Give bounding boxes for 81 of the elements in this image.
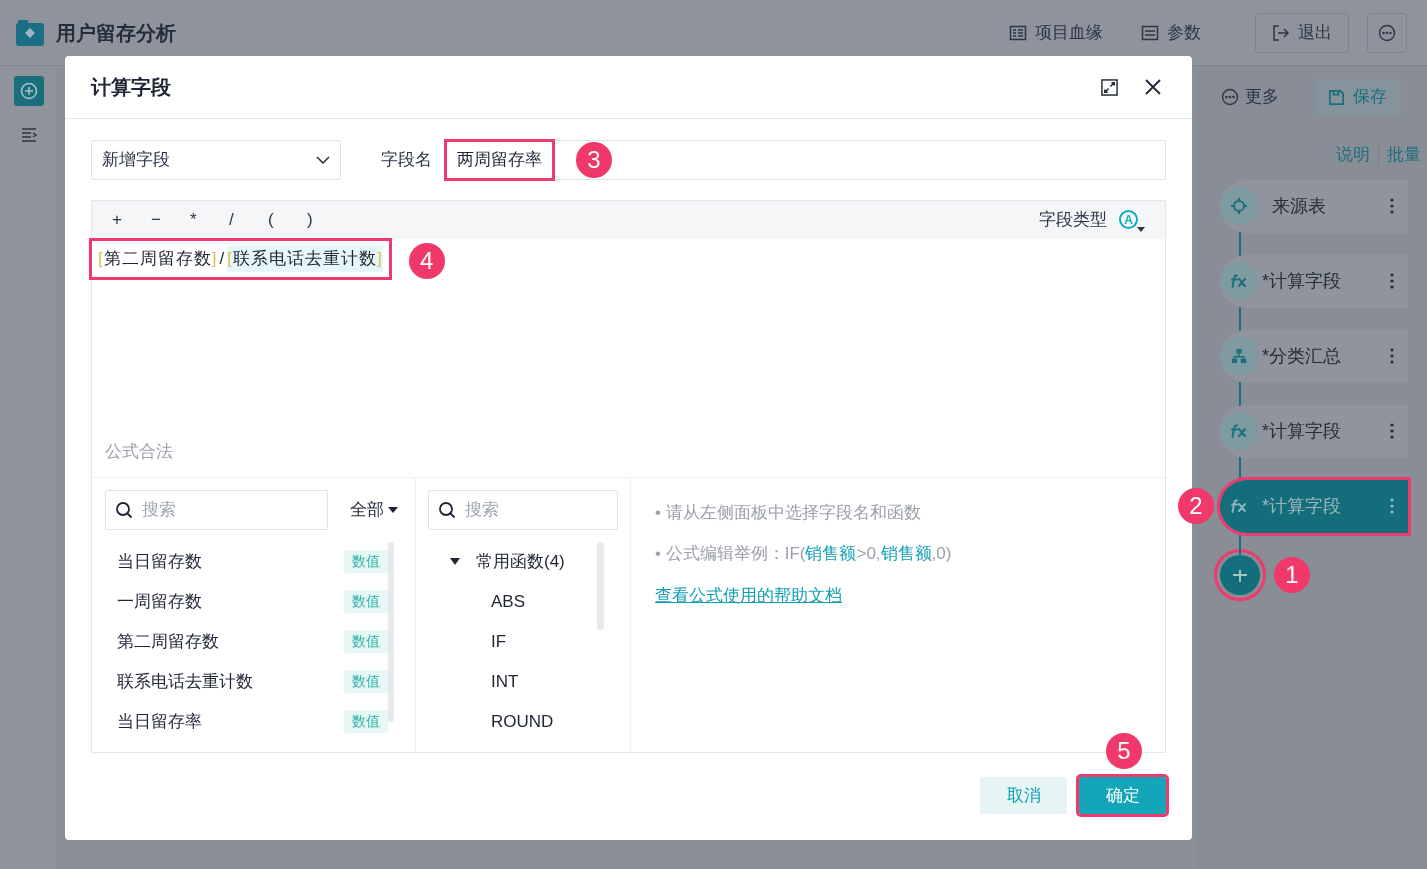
step-number-badge: 3 [576, 142, 612, 178]
field-item[interactable]: 当日留存数 [117, 548, 202, 575]
kebab-icon[interactable] [1390, 273, 1394, 289]
function-item[interactable]: ROUND [491, 708, 554, 735]
field-search-input[interactable]: 搜索 [105, 489, 328, 530]
operator-button[interactable]: ( [268, 207, 307, 233]
caret-icon [388, 506, 398, 513]
operator-button[interactable]: ) [307, 207, 346, 233]
search-icon [115, 500, 133, 519]
step-label: *计算字段 [1262, 419, 1341, 443]
function-icon [1230, 424, 1248, 438]
exit-button[interactable]: 退出 [1255, 12, 1349, 53]
step-label: *计算字段 [1262, 269, 1341, 293]
function-item[interactable]: IF [491, 628, 507, 655]
pipeline-step[interactable]: *计算字段 [1220, 254, 1408, 308]
crosshair-icon [1230, 197, 1248, 215]
field-item[interactable]: 当日留存率 [117, 708, 202, 735]
close-icon[interactable] [1144, 78, 1162, 96]
type-tag: 数值 [344, 590, 388, 613]
type-tag: 数值 [344, 550, 388, 573]
kebab-icon[interactable] [1390, 348, 1394, 364]
operator-button[interactable]: / [229, 207, 268, 233]
function-search-input[interactable]: 搜索 [428, 489, 618, 530]
hierarchy-icon [1231, 348, 1247, 364]
chevron-down-icon [316, 156, 330, 164]
step-label: 来源表 [1272, 194, 1326, 218]
step-label: *分类汇总 [1262, 344, 1341, 368]
field-item[interactable]: 联系电话去重计数 [117, 668, 253, 695]
app-logo-icon [16, 19, 44, 46]
kebab-icon[interactable] [1390, 423, 1394, 439]
function-item[interactable]: ABS [491, 588, 526, 615]
formula-text[interactable]: [第二周留存数]/[联系电话去重计数] [92, 240, 389, 277]
operator-button[interactable]: * [190, 207, 229, 233]
type-tag: 数值 [344, 670, 388, 693]
list-icon [1009, 23, 1027, 42]
operator-button[interactable]: + [112, 207, 151, 233]
hint-text: • 请从左侧面板中选择字段名和函数 [655, 501, 922, 524]
function-item[interactable]: INT [491, 668, 519, 695]
function-group[interactable]: 常用函数(4) [476, 548, 565, 575]
more-button[interactable] [1367, 12, 1407, 53]
expand-icon[interactable] [1101, 78, 1118, 96]
field-item[interactable]: 一周留存数 [117, 588, 202, 615]
header-link[interactable]: 参数 [1127, 19, 1215, 46]
pipeline-step[interactable]: 来源表 [1220, 179, 1408, 233]
step-number-badge: 4 [408, 242, 445, 279]
pipeline-step[interactable]: *分类汇总 [1220, 329, 1408, 383]
mode-dropdown[interactable]: 新增字段 [91, 140, 341, 180]
sliders-icon [1141, 23, 1159, 42]
caret-icon [1137, 226, 1145, 232]
step-number-badge: 5 [1106, 733, 1142, 769]
app-title: 用户留存分析 [56, 20, 176, 46]
more-icon [1378, 23, 1396, 42]
dialog-title: 计算字段 [91, 75, 171, 100]
function-icon [1230, 499, 1248, 513]
field-name-value: 两周留存率 [447, 142, 552, 178]
pipeline-step[interactable]: *计算字段 [1220, 404, 1408, 458]
operator-button[interactable]: − [151, 207, 190, 233]
type-tag: 数值 [344, 710, 388, 733]
header-link[interactable]: 项目血缘 [995, 19, 1117, 46]
filter-dropdown[interactable]: 全部 [350, 496, 398, 523]
outline-icon[interactable] [19, 126, 38, 144]
field-name-input[interactable]: 两周留存率 3 [446, 140, 1166, 180]
more-options-button[interactable]: 更多 [1221, 84, 1279, 110]
plus-circle-icon [19, 82, 38, 100]
kebab-icon[interactable] [1390, 498, 1394, 514]
type-tag: 数值 [344, 630, 388, 653]
step-number-badge: 1 [1274, 556, 1310, 593]
add-button[interactable] [13, 76, 44, 106]
more-icon [1221, 88, 1239, 106]
function-icon [1230, 274, 1248, 288]
kebab-icon[interactable] [1390, 198, 1394, 214]
search-icon [438, 500, 456, 519]
field-type-label: 字段类型 [1039, 209, 1107, 232]
exit-icon [1272, 23, 1290, 42]
step-label: *计算字段 [1262, 494, 1341, 518]
hint-text: • 公式编辑举例：IF(销售额>0,销售额,0) [655, 543, 953, 565]
step-number-badge: 2 [1178, 488, 1214, 524]
field-name-label: 字段名 [381, 149, 432, 172]
field-item[interactable]: 第二周留存数 [117, 628, 219, 655]
formula-status: 公式合法 [105, 440, 173, 463]
save-icon [1328, 88, 1345, 106]
